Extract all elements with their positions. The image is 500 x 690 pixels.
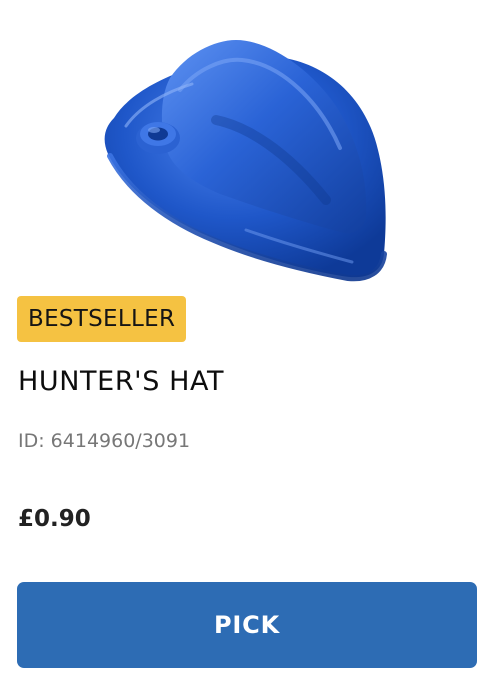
bestseller-badge: BESTSELLER <box>17 296 187 342</box>
hunters-hat-image <box>104 40 387 282</box>
product-price: £0.90 <box>18 506 91 532</box>
product-title: HUNTER'S HAT <box>18 366 225 397</box>
pick-button[interactable]: PICK <box>17 582 477 668</box>
product-id: ID: 6414960/3091 <box>18 430 191 452</box>
product-image <box>96 30 396 290</box>
